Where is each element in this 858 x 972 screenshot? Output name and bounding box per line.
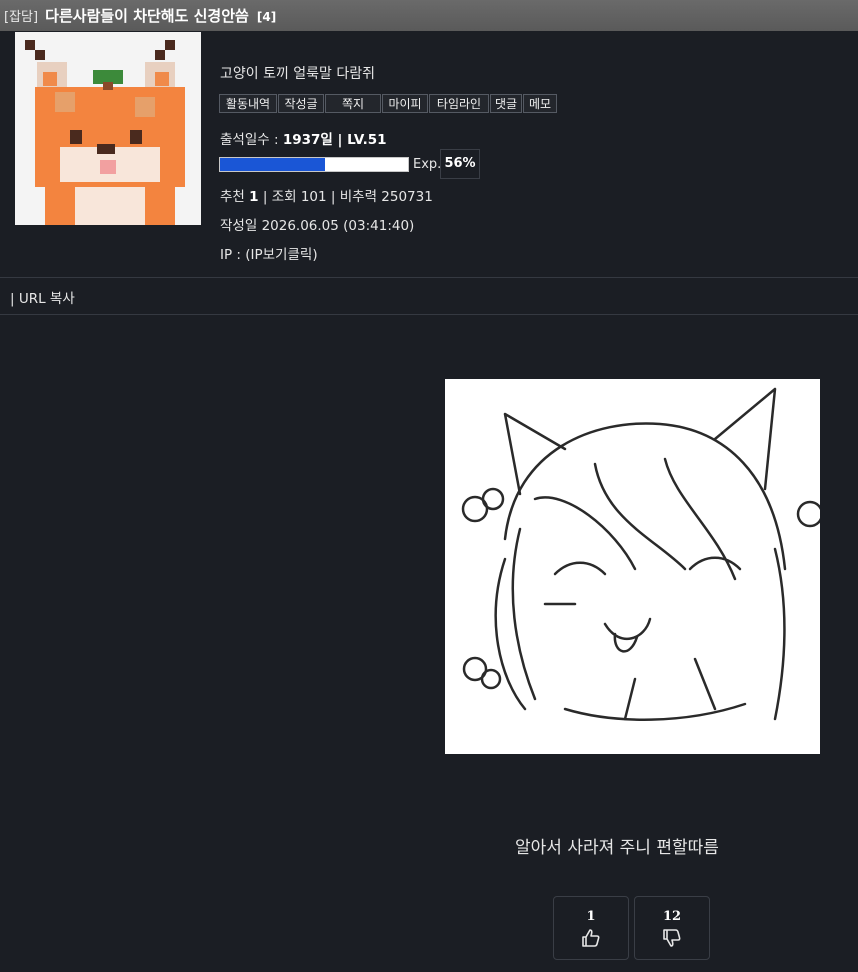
attendance-label: 출석일수 : [220,132,283,148]
divider [0,277,858,278]
exp-label: Exp. [413,157,442,172]
activity-button[interactable]: 활동내역 [219,94,277,113]
upvote-count: 1 [586,909,596,924]
comment-count[interactable]: [4] [257,10,276,24]
post-title[interactable]: 다른사람들이 차단해도 신경안씀 [45,7,249,25]
downvote-button[interactable]: 12 [634,896,710,960]
avatar[interactable] [15,32,201,225]
thumbs-down-icon [663,929,681,947]
date-label: 작성일 [220,218,258,234]
stats-row: 추천 1 | 조회 101 | 비추력 250731 [220,189,433,205]
recommend-label: 추천 [220,189,245,205]
url-copy-button[interactable]: | URL 복사 [10,287,75,307]
memo-button[interactable]: 메모 [523,94,557,113]
recommend-count: 1 [249,189,259,205]
post-date: 2026.06.05 (03:41:40) [261,218,415,234]
divider [0,314,858,315]
post-image[interactable] [445,379,820,754]
my-posts-button[interactable]: 작성글 [278,94,324,113]
message-button[interactable]: 쪽지 [325,94,381,113]
author-level: LV.51 [347,132,387,148]
author-actions: 활동내역 작성글 쪽지 마이피 타임라인 댓글 메모 [219,94,558,113]
downvote-count: 12 [662,909,682,924]
date-row: 작성일 2026.06.05 (03:41:40) [220,214,414,234]
upvote-button[interactable]: 1 [553,896,629,960]
comments-button[interactable]: 댓글 [490,94,522,113]
post-body-text: 알아서 사라져 주니 편할따름 [515,838,719,858]
author-nickname[interactable]: 고양이 토끼 얼룩말 다람쥐 [220,63,375,83]
exp-progress-fill [220,158,326,171]
post-title-bar: [잡담] 다른사람들이 차단해도 신경안씀 [4] [0,0,858,31]
view-count: 조회 101 [271,189,327,205]
attendance-row: 출석일수 : 1937일 | LV.51 [220,128,387,148]
timeline-button[interactable]: 타임라인 [429,94,489,113]
bichuryeok-count: 비추력 250731 [339,189,433,205]
thumbs-up-icon [582,929,600,947]
exp-progress-bar [219,157,409,172]
attendance-value: 1937일 [282,132,333,148]
exp-percent: 56% [440,149,480,179]
level-separator: | [332,132,348,148]
ip-link[interactable]: IP : (IP보기클릭) [220,243,318,263]
mypi-button[interactable]: 마이피 [382,94,428,113]
post-category[interactable]: [잡담] [4,10,38,25]
